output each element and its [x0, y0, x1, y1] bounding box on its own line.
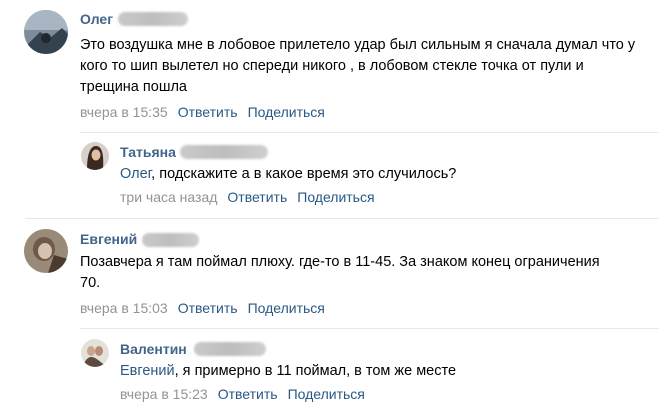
avatar-valentin[interactable]: [81, 339, 109, 367]
comment-text: Позавчера я там поймал плюху. где-то в 1…: [80, 254, 600, 291]
comment-text: Это воздушка мне в лобовое прилетело уда…: [80, 37, 636, 95]
redacted-surname: [180, 145, 268, 159]
avatar-valentin-image: [81, 339, 109, 367]
avatar-oleg-image: [24, 10, 68, 54]
comment-author-name[interactable]: Евгений: [80, 231, 137, 247]
comment-separator: [80, 328, 659, 329]
avatar-tatyana[interactable]: [81, 142, 109, 170]
comment-timestamp[interactable]: вчера в 15:35: [80, 104, 168, 120]
share-button[interactable]: Поделиться: [248, 104, 325, 120]
reply-button[interactable]: Ответить: [178, 300, 238, 316]
comment-author-name[interactable]: Олег: [80, 11, 113, 27]
avatar-tatyana-image: [81, 142, 109, 170]
comment-author-name[interactable]: Татьяна: [120, 144, 176, 160]
comment-separator: [25, 218, 659, 219]
reply-button[interactable]: Ответить: [218, 386, 278, 402]
reply-button[interactable]: Ответить: [178, 104, 238, 120]
comment-separator: [80, 132, 659, 133]
comment-timestamp[interactable]: вчера в 15:23: [120, 386, 208, 402]
redacted-surname: [118, 12, 188, 26]
comment-meta: три часа назад Ответить Поделиться: [120, 189, 385, 205]
avatar-evgeny[interactable]: [24, 229, 68, 273]
comment-text-body: , подскажите а в какое время это случило…: [151, 166, 457, 182]
comment-author-name[interactable]: Валентин: [120, 341, 187, 357]
comment-meta: вчера в 15:03 Ответить Поделиться: [80, 300, 335, 316]
redacted-surname: [194, 342, 266, 356]
comment-meta: вчера в 15:23 Ответить Поделиться: [120, 386, 375, 402]
share-button[interactable]: Поделиться: [248, 300, 325, 316]
redacted-surname: [142, 233, 199, 247]
reply-addressee-link[interactable]: Евгений: [120, 363, 175, 379]
reply-button[interactable]: Ответить: [227, 189, 287, 205]
comment-meta: вчера в 15:35 Ответить Поделиться: [80, 104, 335, 120]
comment-text: Олег, подскажите а в какое время это слу…: [120, 164, 640, 185]
comment-timestamp[interactable]: три часа назад: [120, 189, 217, 205]
avatar-evgeny-image: [24, 229, 68, 273]
comment-timestamp[interactable]: вчера в 15:03: [80, 300, 168, 316]
comment-text: Евгений, я примерно в 11 поймал, в том ж…: [120, 361, 640, 382]
avatar-oleg[interactable]: [24, 10, 68, 54]
share-button[interactable]: Поделиться: [288, 386, 365, 402]
reply-addressee-link[interactable]: Олег: [120, 166, 151, 182]
comment-text-body: , я примерно в 11 поймал, в том же месте: [174, 363, 457, 379]
share-button[interactable]: Поделиться: [297, 189, 374, 205]
